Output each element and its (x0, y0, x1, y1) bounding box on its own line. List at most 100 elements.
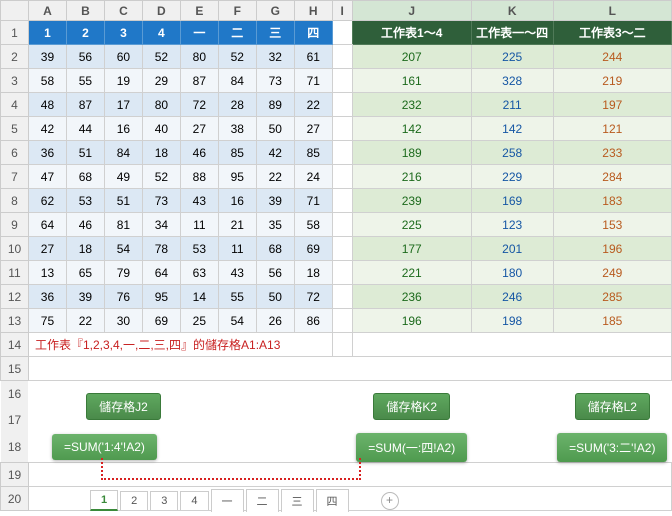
cell[interactable]: 18 (294, 261, 332, 285)
cell[interactable]: 207 (352, 45, 471, 69)
cell[interactable]: 85 (294, 141, 332, 165)
cell[interactable]: 62 (28, 189, 66, 213)
tab-一[interactable]: 一 (211, 489, 244, 512)
cell[interactable]: 64 (28, 213, 66, 237)
col-D[interactable]: D (142, 1, 180, 21)
cell[interactable]: 246 (471, 285, 553, 309)
cell[interactable]: 52 (218, 45, 256, 69)
row-20[interactable]: 20 (1, 487, 29, 511)
cell[interactable]: 65 (66, 261, 104, 285)
cell[interactable]: 285 (553, 285, 671, 309)
cell[interactable]: 30 (104, 309, 142, 333)
blue-header[interactable]: 2 (66, 21, 104, 45)
col-I[interactable]: I (332, 1, 352, 21)
cell[interactable]: 76 (104, 285, 142, 309)
cell[interactable]: 29 (142, 69, 180, 93)
tab-1[interactable]: 1 (90, 490, 118, 511)
cell[interactable]: 58 (294, 213, 332, 237)
cell[interactable]: 80 (142, 93, 180, 117)
cell[interactable]: 32 (256, 45, 294, 69)
row-10[interactable]: 10 (1, 237, 29, 261)
cell[interactable]: 183 (553, 189, 671, 213)
cell[interactable]: 17 (104, 93, 142, 117)
row-13[interactable]: 13 (1, 309, 29, 333)
cell[interactable]: 48 (28, 93, 66, 117)
cell[interactable]: 46 (180, 141, 218, 165)
cell[interactable]: 84 (104, 141, 142, 165)
cell[interactable]: 11 (180, 213, 218, 237)
cell[interactable]: 16 (218, 189, 256, 213)
cell[interactable]: 61 (294, 45, 332, 69)
cell[interactable]: 24 (294, 165, 332, 189)
cell[interactable]: 225 (471, 45, 553, 69)
cell[interactable]: 153 (553, 213, 671, 237)
cell[interactable]: 16 (104, 117, 142, 141)
cell[interactable]: 236 (352, 285, 471, 309)
spreadsheet[interactable]: A B C D E F G H I J K L 11234一二三四工作表1～4工… (0, 0, 672, 511)
row-2[interactable]: 2 (1, 45, 29, 69)
cell[interactable]: 35 (256, 213, 294, 237)
col-A[interactable]: A (28, 1, 66, 21)
cell[interactable]: 95 (218, 165, 256, 189)
col-J[interactable]: J (352, 1, 471, 21)
row-6[interactable]: 6 (1, 141, 29, 165)
cell[interactable]: 233 (553, 141, 671, 165)
cell[interactable]: 169 (471, 189, 553, 213)
cell[interactable]: 68 (66, 165, 104, 189)
col-H[interactable]: H (294, 1, 332, 21)
cell[interactable]: 11 (218, 237, 256, 261)
cell[interactable]: 211 (471, 93, 553, 117)
cell[interactable]: 198 (471, 309, 553, 333)
row-15[interactable]: 15 (1, 357, 29, 381)
cell[interactable]: 43 (180, 189, 218, 213)
cell[interactable]: 21 (218, 213, 256, 237)
cell[interactable]: 89 (256, 93, 294, 117)
row-17[interactable]: 17 (1, 407, 29, 433)
cell[interactable]: 85 (218, 141, 256, 165)
col-F[interactable]: F (218, 1, 256, 21)
cell[interactable]: 53 (66, 189, 104, 213)
cell[interactable]: 225 (352, 213, 471, 237)
cell[interactable]: 36 (28, 285, 66, 309)
cell[interactable]: 46 (66, 213, 104, 237)
cell[interactable]: 161 (352, 69, 471, 93)
cell[interactable]: 69 (142, 309, 180, 333)
blue-header[interactable]: 三 (256, 21, 294, 45)
col-K[interactable]: K (471, 1, 553, 21)
cell[interactable]: 58 (28, 69, 66, 93)
row-1[interactable]: 1 (1, 21, 29, 45)
cell[interactable]: 177 (352, 237, 471, 261)
tab-3[interactable]: 3 (150, 491, 178, 510)
cell[interactable]: 40 (142, 117, 180, 141)
cell[interactable]: 216 (352, 165, 471, 189)
cell[interactable]: 51 (66, 141, 104, 165)
tab-四[interactable]: 四 (316, 489, 349, 512)
cell[interactable]: 232 (352, 93, 471, 117)
cell[interactable]: 180 (471, 261, 553, 285)
green-header[interactable]: 工作表3～二 (553, 21, 671, 45)
blue-header[interactable]: 3 (104, 21, 142, 45)
row-7[interactable]: 7 (1, 165, 29, 189)
cell[interactable]: 42 (256, 141, 294, 165)
cell[interactable]: 18 (142, 141, 180, 165)
cell[interactable]: 196 (553, 237, 671, 261)
cell[interactable]: 39 (66, 285, 104, 309)
cell[interactable]: 81 (104, 213, 142, 237)
cell[interactable]: 49 (104, 165, 142, 189)
row-19[interactable]: 19 (1, 463, 29, 487)
row-12[interactable]: 12 (1, 285, 29, 309)
tab-二[interactable]: 二 (246, 489, 279, 512)
row-11[interactable]: 11 (1, 261, 29, 285)
cell[interactable]: 19 (104, 69, 142, 93)
cell[interactable]: 56 (256, 261, 294, 285)
cell[interactable]: 18 (66, 237, 104, 261)
row-18[interactable]: 18 (1, 433, 29, 463)
cell[interactable]: 22 (66, 309, 104, 333)
cell[interactable]: 52 (142, 165, 180, 189)
cell[interactable]: 201 (471, 237, 553, 261)
cell[interactable]: 84 (218, 69, 256, 93)
cell[interactable]: 27 (294, 117, 332, 141)
cell[interactable]: 68 (256, 237, 294, 261)
cell[interactable]: 284 (553, 165, 671, 189)
cell[interactable]: 258 (471, 141, 553, 165)
